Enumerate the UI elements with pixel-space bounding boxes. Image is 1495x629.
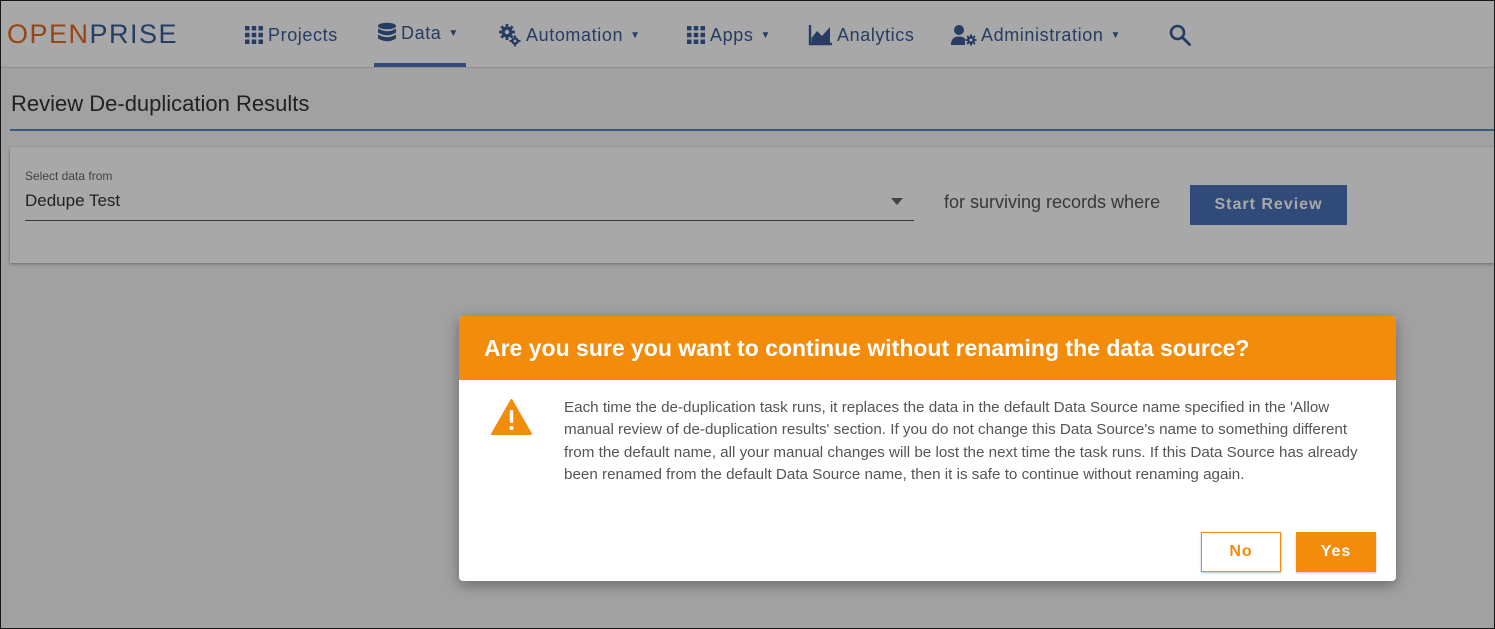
warning-icon bbox=[491, 399, 532, 435]
dialog-message: Each time the de-duplication task runs, … bbox=[564, 399, 1358, 483]
dialog-title: Are you sure you want to continue withou… bbox=[484, 335, 1250, 361]
confirm-dialog: Are you sure you want to continue withou… bbox=[459, 316, 1396, 581]
no-button[interactable]: No bbox=[1201, 532, 1281, 572]
yes-button[interactable]: Yes bbox=[1296, 532, 1376, 572]
dialog-header: Are you sure you want to continue withou… bbox=[459, 316, 1396, 380]
